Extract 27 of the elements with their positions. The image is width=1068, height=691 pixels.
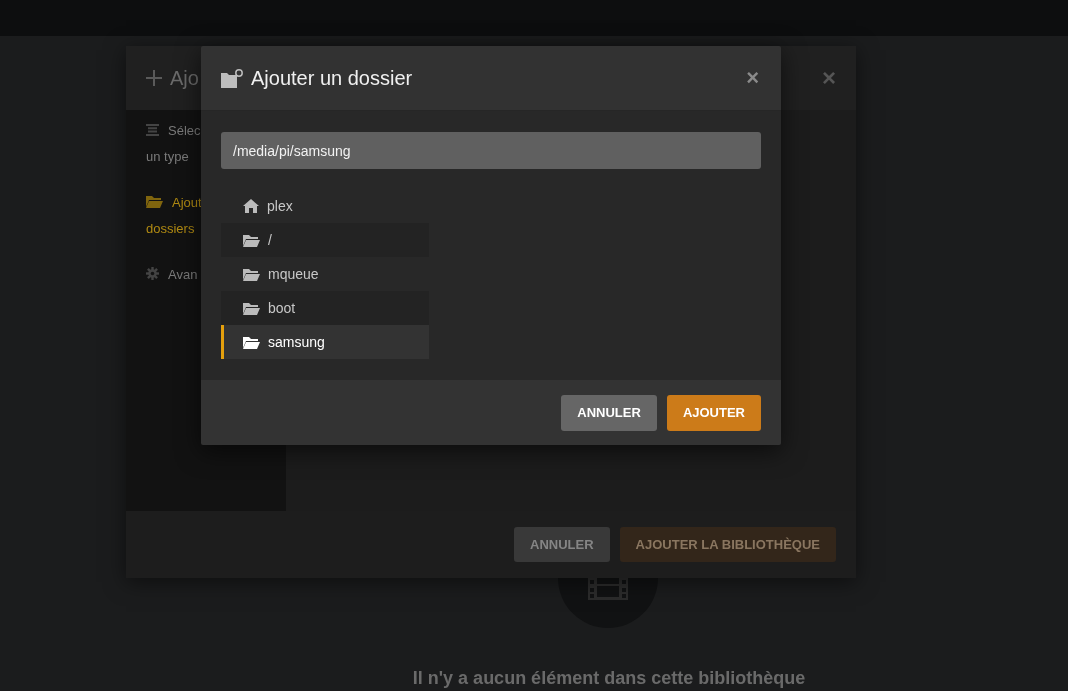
folder-item[interactable]: plex: [221, 189, 429, 223]
home-icon: [243, 199, 259, 213]
folder-icon: [243, 267, 260, 281]
folder-icon: [146, 195, 163, 208]
folder-item[interactable]: mqueue: [221, 257, 429, 291]
close-button[interactable]: ×: [746, 67, 759, 89]
list-icon: [146, 124, 159, 136]
sidebar-item[interactable]: Sélec un type: [146, 118, 206, 170]
plus-icon: [146, 70, 162, 86]
cancel-button[interactable]: ANNULER: [514, 527, 610, 562]
folder-item[interactable]: boot: [221, 291, 429, 325]
folder-item[interactable]: /: [221, 223, 429, 257]
dialog-title: Ajo: [170, 66, 199, 90]
sidebar-item[interactable]: Avan: [146, 262, 206, 288]
folder-item[interactable]: samsung: [221, 325, 429, 359]
folder-icon: [243, 301, 260, 315]
add-library-button[interactable]: AJOUTER LA BIBLIOTHÈQUE: [619, 527, 836, 562]
add-button[interactable]: AJOUTER: [666, 394, 761, 431]
folder-icon: [243, 335, 260, 349]
path-field[interactable]: /media/pi/samsung: [221, 132, 761, 169]
cancel-button[interactable]: ANNULER: [561, 394, 657, 431]
dialog-title: Ajouter un dossier: [251, 66, 413, 90]
gear-icon: [146, 267, 159, 280]
sidebar-item[interactable]: Ajout dossiers: [146, 190, 206, 242]
folder-plus-icon: [221, 68, 243, 88]
folder-icon: [243, 233, 260, 247]
empty-library-message: Il n'y a aucun élément dans cette bibliothèque: [411, 668, 807, 689]
